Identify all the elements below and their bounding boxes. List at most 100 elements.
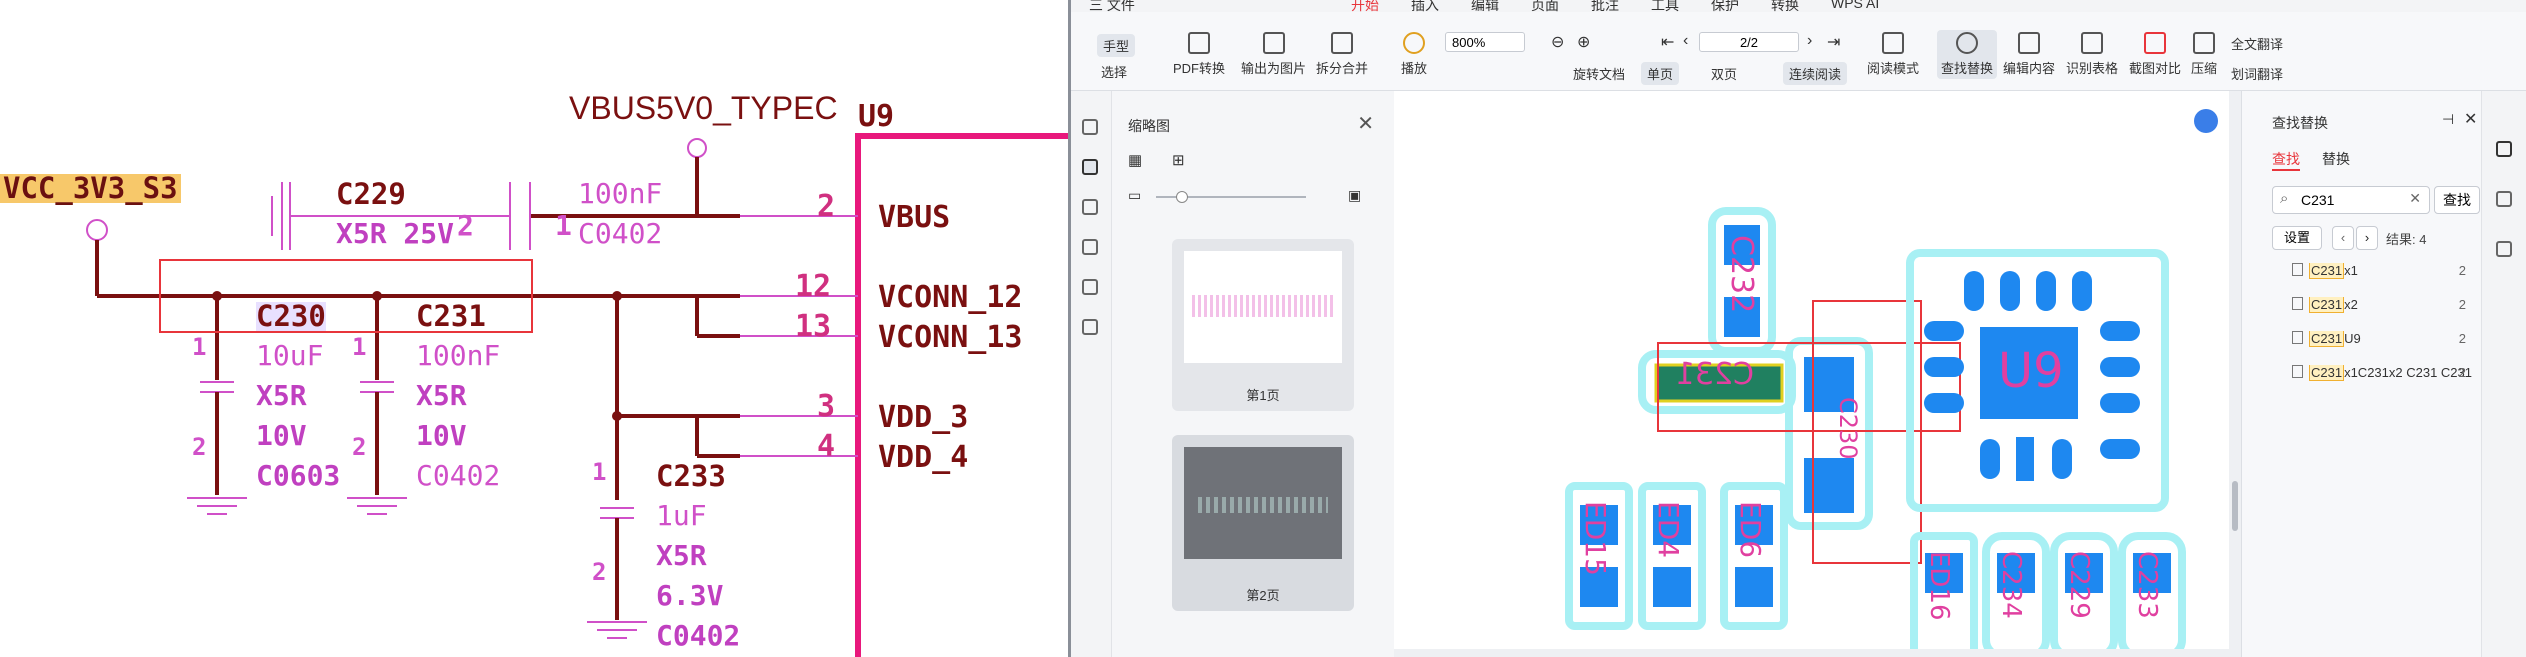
menu-tools[interactable]: 工具 <box>1651 0 1679 12</box>
close-icon[interactable]: ✕ <box>2464 109 2477 129</box>
menu-insert[interactable]: 插入 <box>1411 0 1439 12</box>
translate-float-icon[interactable] <box>2194 109 2218 133</box>
vertical-scrollbar[interactable] <box>2229 91 2241 657</box>
next-result-icon[interactable]: › <box>2356 226 2378 250</box>
pdf-convert-label: PDF转换 <box>1173 61 1226 76</box>
select-tool-button[interactable]: 选择 <box>1101 62 1127 81</box>
pdf-convert-button[interactable]: PDF转换 <box>1173 32 1225 77</box>
double-page-button[interactable]: 双页 <box>1711 64 1737 83</box>
c230-dielectric: X5R <box>256 379 307 412</box>
pcb-label-c230: C230 <box>1834 397 1862 460</box>
find-replace-button[interactable]: 查找替换 <box>1937 30 1998 79</box>
find-side-icon[interactable] <box>2496 141 2512 157</box>
c230-voltage: 10V <box>256 419 307 452</box>
thumbnail-icon[interactable] <box>1082 159 1098 175</box>
document-icon <box>2292 297 2303 310</box>
scroll-thumb[interactable] <box>2232 481 2238 531</box>
slider-handle[interactable] <box>1176 191 1188 203</box>
settings-button[interactable]: 设置 <box>2272 226 2322 250</box>
signature-icon[interactable] <box>1082 279 1098 295</box>
continuous-read-button[interactable]: 连续阅读 <box>1783 62 1848 85</box>
clear-icon[interactable]: ✕ <box>2409 190 2421 207</box>
thumbnail-size-slider[interactable] <box>1156 191 1306 203</box>
attribute-icon[interactable] <box>2496 191 2512 207</box>
grid-view-icon[interactable]: ▦ <box>1128 151 1142 169</box>
play-button[interactable]: 播放 <box>1401 32 1427 77</box>
document-canvas[interactable]: C232 C231 C230 U9 ED15 ED4 ED6 ED16 C234… <box>1394 91 2229 649</box>
c229-pin2: 2 <box>457 209 474 242</box>
layers-icon[interactable] <box>1082 319 1098 335</box>
tab-find[interactable]: 查找 <box>2272 149 2300 171</box>
net-label-vcc: VCC_3V3_S3 <box>0 174 181 203</box>
hand-tool-button[interactable]: 手型 <box>1097 34 1136 57</box>
result-count-badge: 2 <box>2458 297 2466 312</box>
compare-button[interactable]: 截图对比 <box>2129 32 2181 77</box>
result-item[interactable]: C231 U9 2 <box>2292 331 2472 353</box>
edit-content-button[interactable]: 编辑内容 <box>2003 32 2055 77</box>
thumbnail-page-2[interactable]: 第2页 <box>1172 435 1354 611</box>
zoom-select[interactable]: 800% <box>1445 32 1525 52</box>
c233-package: C0402 <box>656 619 741 652</box>
compress-label: 压缩 <box>2191 61 2218 76</box>
menu-file[interactable]: 三 文件 <box>1089 0 1135 12</box>
play-label: 播放 <box>1401 61 1428 76</box>
menu-protect[interactable]: 保护 <box>1711 0 1739 12</box>
c231-value: 100nF <box>416 339 501 372</box>
close-icon[interactable]: ✕ <box>1357 111 1374 136</box>
image-small-icon[interactable]: ▭ <box>1128 187 1141 204</box>
search-icon: ⌕ <box>2280 190 2289 207</box>
read-mode-button[interactable]: 阅读模式 <box>1867 32 1919 77</box>
pcb-label-ed16: ED16 <box>1924 551 1954 621</box>
menu-edit[interactable]: 编辑 <box>1471 0 1499 12</box>
zoom-out-icon[interactable]: ⊖ <box>1551 32 1564 52</box>
pin-icon[interactable]: ⊣ <box>2442 111 2454 128</box>
c233-value: 1uF <box>656 499 707 532</box>
pdf-reader-window: 三 文件 开始 插入 编辑 页面 批注 工具 保护 转换 WPS AI 手型 选… <box>1068 0 2526 657</box>
horizontal-scrollbar[interactable] <box>1394 649 2229 657</box>
pin-num: 2 <box>817 189 836 224</box>
split-merge-button[interactable]: 拆分合并 <box>1316 32 1368 77</box>
thumbnail-label: 第2页 <box>1246 588 1280 603</box>
menu-convert[interactable]: 转换 <box>1771 0 1799 12</box>
result-count-badge: 2 <box>2458 365 2466 380</box>
menu-comment[interactable]: 批注 <box>1591 0 1619 12</box>
menu-wps-ai[interactable]: WPS AI <box>1831 0 1879 11</box>
menu-start[interactable]: 开始 <box>1351 0 1379 12</box>
last-page-icon[interactable]: ⇥ <box>1827 32 1840 52</box>
pin-num: 13 <box>795 309 832 344</box>
word-translate-button[interactable]: 划词翻译 <box>2231 64 2283 83</box>
export-image-button[interactable]: 输出为图片 <box>1241 32 1306 77</box>
full-translate-button[interactable]: 全文翻译 <box>2231 34 2283 53</box>
attachment-icon[interactable] <box>1082 239 1098 255</box>
tab-replace[interactable]: 替换 <box>2322 149 2350 169</box>
result-item[interactable]: C231 x1C231x2 C231 C231 2 <box>2292 365 2472 387</box>
image-large-icon[interactable]: ▣ <box>1348 187 1361 204</box>
pcb-label-ed4: ED4 <box>1652 501 1685 558</box>
ocr-table-button[interactable]: 识别表格 <box>2066 32 2118 77</box>
zoom-in-icon[interactable]: ⊕ <box>1577 32 1590 52</box>
pcb-layout: C232 C231 C230 U9 ED15 ED4 ED6 ED16 C234… <box>1565 109 2218 649</box>
next-page-icon[interactable]: › <box>1807 32 1812 50</box>
thumbnail-page-1[interactable]: 第1页 <box>1172 239 1354 411</box>
add-page-icon[interactable]: ⊞ <box>1172 151 1185 169</box>
single-page-button[interactable]: 单页 <box>1641 62 1680 85</box>
page-number-input[interactable]: 2/2 <box>1699 32 1799 52</box>
result-item[interactable]: C231 x2 2 <box>2292 297 2472 319</box>
comment-icon[interactable] <box>1082 199 1098 215</box>
rotate-doc-button[interactable]: 旋转文档 <box>1573 64 1625 83</box>
find-button[interactable]: 查找 <box>2434 186 2480 214</box>
prev-page-icon[interactable]: ‹ <box>1683 32 1688 50</box>
compress-button[interactable]: 压缩 <box>2191 32 2217 77</box>
search-field[interactable]: ⌕ ✕ <box>2272 186 2430 214</box>
share-icon[interactable] <box>2496 241 2512 257</box>
menu-page[interactable]: 页面 <box>1531 0 1559 12</box>
bookmark-icon[interactable] <box>1082 119 1098 135</box>
result-item[interactable]: C231 x1 2 <box>2292 263 2472 285</box>
c233-pin1: 1 <box>592 458 607 486</box>
first-page-icon[interactable]: ⇤ <box>1661 32 1674 52</box>
search-input[interactable] <box>2299 191 2403 209</box>
c229-pin1: 1 <box>555 209 572 242</box>
c230-value: 10uF <box>256 339 324 372</box>
c231-dielectric: X5R <box>416 379 467 412</box>
prev-result-icon[interactable]: ‹ <box>2332 226 2354 250</box>
